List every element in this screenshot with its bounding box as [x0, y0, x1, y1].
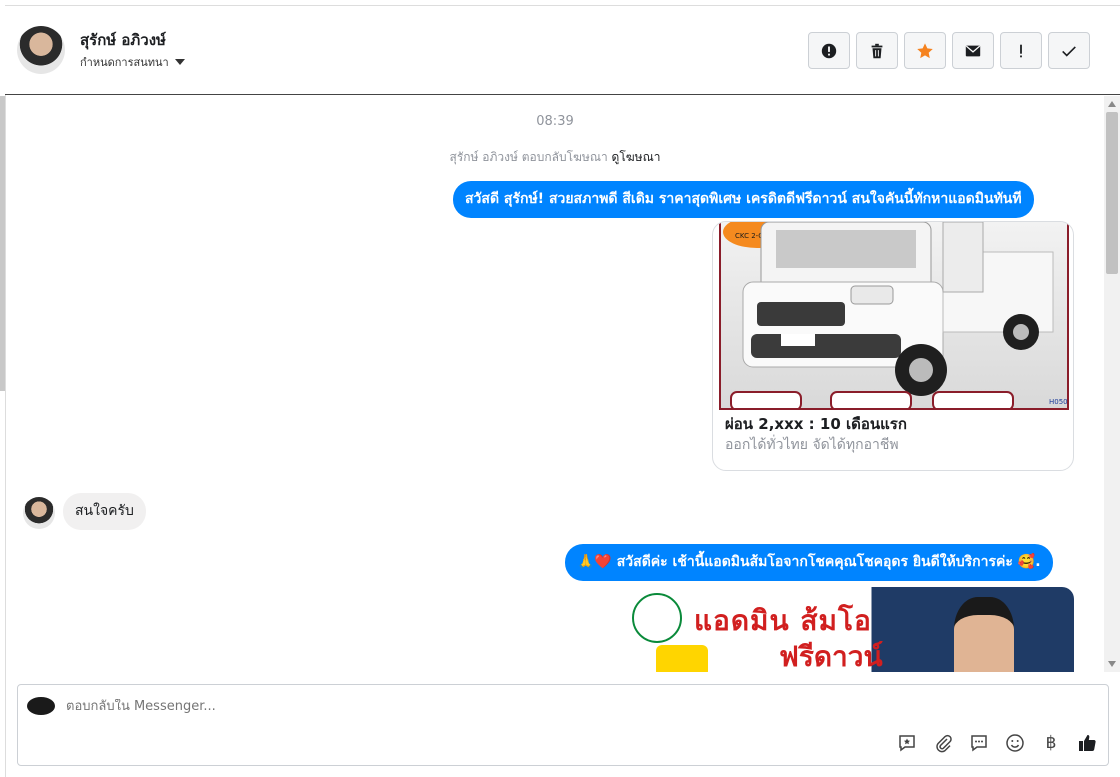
emoji-icon: [1006, 734, 1024, 752]
outgoing-message: สวัสดี สุรักษ์! สวยสภาพดี สีเดิม ราคาสุด…: [453, 181, 1034, 218]
quick-reply-button[interactable]: [896, 732, 918, 754]
conversation-header: สุรักษ์ อภิวงษ์ กำหนดการสนทนา: [5, 6, 1120, 95]
header-actions: [808, 32, 1090, 69]
sender-avatar[interactable]: [23, 497, 55, 529]
ad-card-subtitle: ออกได้ทั่วไทย จัดได้ทุกอาชีพ: [725, 437, 899, 453]
ad-car-image: CKC 2-CAR.COM H050: [719, 222, 1069, 410]
check-icon: [1062, 45, 1076, 57]
mark-unread-button[interactable]: [952, 32, 994, 69]
star-icon: [917, 42, 933, 58]
message-thread: 08:39 สุรักษ์ อภิวงษ์ ตอบกลับโฆษณา ดูโฆษ…: [5, 96, 1105, 672]
star-button[interactable]: [904, 32, 946, 69]
thumbs-up-icon: [1079, 735, 1096, 752]
message-composer: ฿: [17, 684, 1109, 766]
thread-scrollbar[interactable]: [1104, 96, 1120, 672]
delete-button[interactable]: [856, 32, 898, 69]
payment-button[interactable]: ฿: [1040, 732, 1062, 754]
alert-circle-icon: [821, 43, 837, 58]
contact-avatar[interactable]: [17, 26, 65, 74]
saved-replies-button[interactable]: [968, 732, 990, 754]
scrollbar-thumb[interactable]: [1106, 112, 1118, 274]
scroll-down-arrow-icon[interactable]: [1108, 661, 1116, 667]
envelope-icon: [965, 45, 981, 56]
ad-reply-note: สุรักษ์ อภิวงษ์ ตอบกลับโฆษณา ดูโฆษณา: [5, 148, 1105, 167]
ad-card[interactable]: CKC 2-CAR.COM H050 ผ่อน 2,xxx : 10 เดือน…: [712, 221, 1074, 471]
scroll-up-arrow-icon[interactable]: [1108, 101, 1116, 107]
ad-reply-text: สุรักษ์ อภิวงษ์ ตอบกลับโฆษณา: [449, 150, 608, 164]
exclamation-icon: [1020, 44, 1022, 57]
outgoing-message: 🙏❤️ สวัสดีค่ะ เช้านี้แอดมินส้มโอจากโชคคุ…: [565, 544, 1053, 581]
admin-photo: [954, 597, 1014, 672]
mark-done-button[interactable]: [1048, 32, 1090, 69]
banner-free-down-text: ฟรีดาวน์: [779, 640, 883, 672]
ad-card-title: ผ่อน 2,xxx : 10 เดือนแรก: [725, 415, 907, 433]
baht-icon: ฿: [1045, 733, 1057, 753]
mark-spam-button[interactable]: [808, 32, 850, 69]
chat-bubble-icon: [971, 735, 987, 752]
paperclip-icon: [936, 734, 952, 753]
like-button[interactable]: [1076, 732, 1098, 754]
conversation-assign-dropdown[interactable]: กำหนดการสนทนา: [80, 53, 185, 71]
promo-burst-graphic: [656, 645, 708, 672]
message-timestamp: 08:39: [536, 114, 574, 129]
incoming-message: สนใจครับ: [63, 493, 146, 530]
attach-file-button[interactable]: [932, 732, 954, 754]
view-ad-link[interactable]: ดูโฆษณา: [612, 150, 661, 164]
trash-icon: [871, 43, 883, 58]
pickup-truck-image: CKC 2-CAR.COM H050: [723, 222, 1068, 408]
caret-down-icon: [174, 59, 185, 65]
emoji-button[interactable]: [1004, 732, 1026, 754]
reply-input[interactable]: [66, 699, 666, 714]
composer-tools: ฿: [896, 732, 1098, 754]
dealer-seal-logo: [632, 593, 682, 643]
page-avatar: [27, 697, 55, 715]
conversation-assign-label: กำหนดการสนทนา: [80, 56, 169, 69]
quick-reply-icon: [899, 735, 915, 752]
follow-up-button[interactable]: [1000, 32, 1042, 69]
car-code-text: H050: [1049, 398, 1068, 406]
contact-name[interactable]: สุรักษ์ อภิวงษ์: [80, 28, 166, 52]
admin-promo-image[interactable]: แอดมิน ส้มโอ ฟรีดาวน์: [624, 587, 1074, 672]
